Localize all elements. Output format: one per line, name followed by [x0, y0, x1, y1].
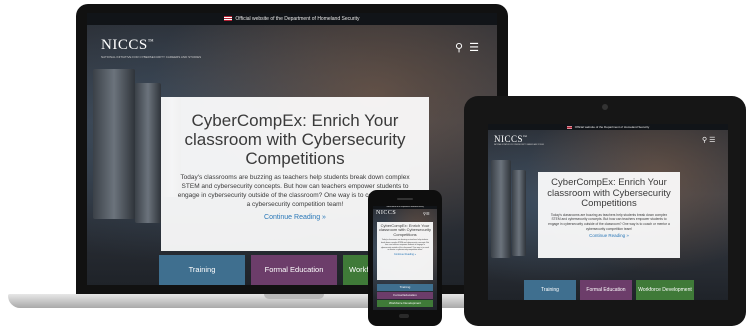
phone-device: Official website of the Department of Ho…: [368, 190, 442, 326]
us-flag-icon: [224, 16, 233, 22]
header-icons: ⚲ ☰: [455, 41, 479, 54]
hero-body: Today's classrooms are buzzing as teache…: [380, 239, 430, 252]
lab-monitor: [135, 83, 161, 223]
hero-card: CyberCompEx: Enrich Your classroom with …: [377, 222, 433, 280]
official-banner: Official website of the Department of Ho…: [373, 206, 437, 209]
hamburger-menu-icon[interactable]: ☰: [709, 137, 715, 144]
us-flag-icon: [566, 125, 572, 129]
tile-training[interactable]: Training: [377, 284, 433, 291]
continue-reading-link[interactable]: Continue Reading »: [377, 252, 433, 256]
niccs-logo[interactable]: NICCS: [376, 210, 396, 216]
search-icon[interactable]: ⚲: [702, 137, 707, 144]
hero-card: CyberCompEx: Enrich Your classroom with …: [538, 172, 680, 258]
phone-screen: Official website of the Department of Ho…: [373, 206, 437, 310]
logo-tm: ™: [147, 39, 155, 45]
official-banner: Official website of the Department of Ho…: [87, 13, 497, 25]
hamburger-menu-icon[interactable]: ☰: [469, 42, 479, 54]
tile-formal-education[interactable]: Formal Education: [377, 292, 433, 299]
laptop-notch: [264, 294, 324, 299]
tile-training[interactable]: Training: [524, 280, 576, 300]
lab-monitor: [512, 170, 526, 256]
lab-monitor: [93, 69, 135, 219]
official-banner: Official website of the Department of Ho…: [488, 124, 728, 130]
tile-workforce-development[interactable]: Workforce Development: [377, 300, 433, 307]
niccs-logo[interactable]: NICCS™: [101, 37, 154, 54]
hamburger-menu-icon[interactable]: ☰: [426, 211, 430, 216]
laptop-device: Official website of the Department of Ho…: [0, 0, 520, 326]
continue-reading-link[interactable]: Continue Reading »: [538, 231, 680, 238]
logo-text: NICCS: [376, 210, 397, 216]
official-banner-text: Official website of the Department of Ho…: [386, 207, 424, 208]
logo-text: NICCS: [494, 134, 524, 144]
niccs-logo[interactable]: NICCS™: [494, 134, 527, 144]
tablet-screen: Official website of the Department of Ho…: [488, 124, 728, 300]
logo-subtitle: NATIONAL INITIATIVE FOR CYBERSECURITY CA…: [494, 145, 545, 146]
header-icons: ⚲☰: [423, 211, 430, 216]
header-icons: ⚲ ☰: [702, 136, 715, 144]
phone-home-button: [399, 314, 409, 318]
hero-title: CyberCompEx: Enrich Your classroom with …: [379, 223, 432, 237]
hero-body: Today's classrooms are buzzing as teache…: [548, 212, 670, 231]
tile-formal-education[interactable]: Formal Education: [580, 280, 632, 300]
tile-formal-education[interactable]: Formal Education: [251, 255, 337, 285]
search-icon[interactable]: ⚲: [455, 42, 463, 54]
lab-monitor: [491, 160, 511, 258]
tile-training[interactable]: Training: [159, 255, 245, 285]
tile-workforce-development[interactable]: Workforce Development: [636, 280, 694, 300]
logo-text: NICCS: [101, 37, 148, 53]
logo-subtitle: NATIONAL INITIATIVE FOR CYBERSECURITY CA…: [101, 55, 202, 59]
hero-title: CyberCompEx: Enrich Your classroom with …: [547, 177, 671, 210]
hero-title: CyberCompEx: Enrich Your classroom with …: [184, 111, 406, 169]
tablet-device: Official website of the Department of Ho…: [464, 96, 746, 326]
tablet-camera: [602, 104, 608, 110]
official-banner-text: Official website of the Department of Ho…: [574, 125, 650, 129]
logo-tm: ™: [523, 134, 528, 139]
official-banner-text: Official website of the Department of Ho…: [235, 16, 360, 22]
phone-speaker: [397, 198, 413, 200]
